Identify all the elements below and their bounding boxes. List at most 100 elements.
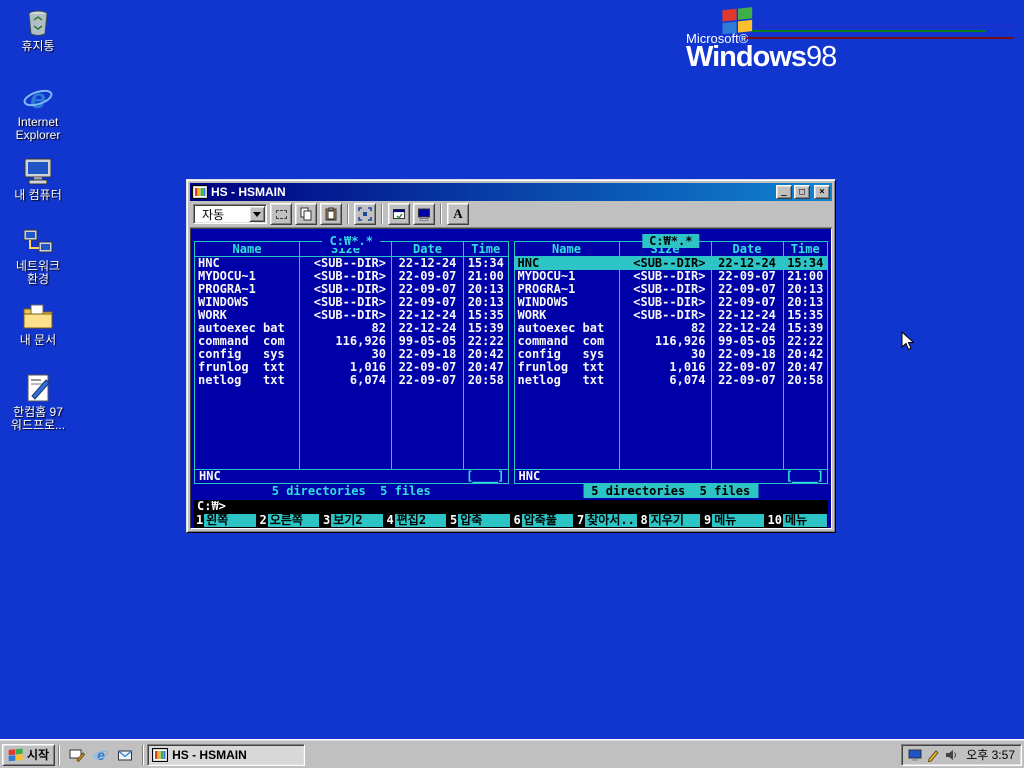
- copy-icon: [300, 207, 312, 221]
- file-row[interactable]: config sys 30 22-09-18 20:42: [195, 348, 508, 361]
- file-row[interactable]: HNC <SUB--DIR> 22-12-24 15:34: [514, 257, 827, 270]
- font-icon: A: [453, 206, 463, 221]
- file-row[interactable]: WORK <SUB--DIR> 22-12-24 15:35: [195, 309, 508, 322]
- file-date: 22-09-07: [710, 270, 783, 283]
- function-key[interactable]: 2 오른쪽: [259, 513, 319, 527]
- internet-explorer-launch-button[interactable]: e: [91, 745, 111, 765]
- title-bar[interactable]: HS - HSMAIN _ □ ×: [190, 183, 832, 201]
- function-key[interactable]: 8 지우기: [640, 514, 700, 527]
- file-name: frunlog txt: [517, 361, 605, 374]
- file-row[interactable]: netlog txt 6,074 22-09-07 20:58: [195, 374, 508, 387]
- file-row[interactable]: frunlog txt 1,016 22-09-07 20:47: [515, 361, 828, 374]
- file-row[interactable]: WORK <SUB--DIR> 22-12-24 15:35: [515, 309, 828, 322]
- display-tray-icon[interactable]: [908, 748, 922, 762]
- file-row[interactable]: HNC <SUB--DIR> 22-12-24 15:34: [195, 257, 508, 270]
- fullscreen-button[interactable]: [354, 203, 376, 225]
- file-name: config sys: [517, 348, 605, 361]
- command-prompt[interactable]: C:₩>: [194, 500, 828, 513]
- screen-button[interactable]: [413, 203, 435, 225]
- file-name: frunlog txt: [198, 361, 285, 374]
- function-key[interactable]: 6 압축풀: [513, 514, 573, 527]
- close-button[interactable]: ×: [814, 185, 830, 199]
- file-size: 82: [618, 322, 711, 335]
- maximize-button[interactable]: □: [794, 185, 810, 199]
- file-row[interactable]: netlog txt 6,074 22-09-07 20:58: [515, 374, 828, 387]
- panel-status: 5 directories 5 files: [263, 484, 439, 498]
- desktop-icon-recycle-bin[interactable]: 휴지통: [6, 6, 70, 53]
- function-key[interactable]: 3 보기2: [322, 514, 383, 527]
- file-size: <SUB--DIR>: [618, 257, 711, 270]
- function-key[interactable]: 7 찾아서..: [576, 514, 637, 527]
- taskbar-separator: [142, 744, 145, 765]
- font-size-dropdown[interactable]: 자동: [193, 204, 267, 224]
- minimize-button[interactable]: _: [776, 185, 792, 199]
- copy-button[interactable]: [295, 203, 317, 225]
- file-name: config sys: [198, 348, 285, 361]
- column-header-name: Name: [232, 242, 262, 256]
- properties-icon: [393, 209, 405, 220]
- file-size: <SUB--DIR>: [618, 283, 711, 296]
- file-row[interactable]: command com 116,926 99-05-05 22:22: [515, 335, 828, 348]
- file-date: 22-09-18: [391, 348, 463, 361]
- function-key[interactable]: 4 편집2: [386, 514, 446, 527]
- file-row[interactable]: WINDOWS <SUB--DIR> 22-09-07 20:13: [515, 296, 828, 309]
- taskbar-clock[interactable]: 오후 3:57: [962, 746, 1015, 763]
- file-row[interactable]: frunlog txt 1,016 22-09-07 20:47: [195, 361, 508, 374]
- function-key-label: 메뉴: [712, 514, 764, 527]
- properties-button[interactable]: [388, 203, 410, 225]
- desktop-icon-hancom-word[interactable]: 한컴홈 97 워드프로...: [6, 372, 70, 432]
- function-key[interactable]: 10 메뉴: [767, 514, 827, 527]
- function-key[interactable]: 1 왼쪽: [195, 514, 256, 527]
- panel-footer: HNC [____]: [514, 469, 827, 483]
- file-size: <SUB--DIR>: [299, 257, 391, 270]
- file-name: autoexec bat: [198, 322, 285, 335]
- file-date: 22-09-07: [710, 361, 783, 374]
- desktop-icon-network[interactable]: 네트워크 환경: [6, 226, 70, 286]
- file-time: 22:22: [463, 335, 508, 348]
- mouse-cursor: [901, 330, 915, 356]
- my-computer-icon: [22, 155, 54, 187]
- file-time: 15:35: [782, 309, 828, 322]
- file-row[interactable]: MYDOCU~1 <SUB--DIR> 22-09-07 21:00: [195, 270, 508, 283]
- function-key-number: 2: [259, 513, 267, 527]
- file-row[interactable]: autoexec bat 82 22-12-24 15:39: [195, 322, 508, 335]
- file-date: 22-09-07: [391, 296, 463, 309]
- svg-text:e: e: [30, 83, 46, 114]
- file-name: WINDOWS: [198, 296, 249, 309]
- show-desktop-button[interactable]: [67, 745, 87, 765]
- desktop-icon-my-documents[interactable]: 내 문서: [6, 300, 70, 347]
- file-date: 22-12-24: [391, 322, 463, 335]
- start-button[interactable]: 시작: [2, 743, 56, 766]
- file-time: 20:47: [463, 361, 508, 374]
- volume-icon[interactable]: [944, 748, 958, 762]
- file-size: 1,016: [299, 361, 391, 374]
- file-size: 6,074: [618, 374, 711, 387]
- file-row[interactable]: PROGRA~1 <SUB--DIR> 22-09-07 20:13: [195, 283, 508, 296]
- function-key[interactable]: 9 메뉴: [703, 514, 764, 527]
- gauge-indicator: [____]: [466, 469, 504, 483]
- file-row[interactable]: autoexec bat 82 22-12-24 15:39: [515, 322, 828, 335]
- font-button[interactable]: A: [447, 203, 469, 225]
- desktop-icon-my-computer[interactable]: 내 컴퓨터: [6, 155, 70, 202]
- internet-explorer-icon: e: [93, 747, 109, 763]
- desktop-icon-internet-explorer[interactable]: e Internet Explorer: [6, 82, 70, 142]
- outlook-express-launch-button[interactable]: [115, 745, 135, 765]
- network-neighborhood-icon: [22, 226, 54, 258]
- dropdown-button[interactable]: [249, 206, 265, 222]
- mark-button[interactable]: [270, 203, 292, 225]
- paste-button[interactable]: [320, 203, 342, 225]
- function-key[interactable]: 5 압축: [449, 514, 510, 527]
- taskbar-window-button[interactable]: HS - HSMAIN: [147, 743, 306, 766]
- file-time: 15:34: [782, 257, 827, 270]
- file-size: 30: [299, 348, 391, 361]
- file-row[interactable]: MYDOCU~1 <SUB--DIR> 22-09-07 21:00: [515, 270, 828, 283]
- function-key-number: 9: [704, 513, 712, 527]
- ime-pen-icon[interactable]: [926, 748, 940, 762]
- file-name: MYDOCU~1: [198, 270, 256, 283]
- file-row[interactable]: PROGRA~1 <SUB--DIR> 22-09-07 20:13: [515, 283, 828, 296]
- file-row[interactable]: config sys 30 22-09-18 20:42: [515, 348, 828, 361]
- file-time: 15:34: [463, 257, 508, 270]
- recycle-bin-icon: [22, 6, 54, 38]
- file-row[interactable]: WINDOWS <SUB--DIR> 22-09-07 20:13: [195, 296, 508, 309]
- file-row[interactable]: command com 116,926 99-05-05 22:22: [195, 335, 508, 348]
